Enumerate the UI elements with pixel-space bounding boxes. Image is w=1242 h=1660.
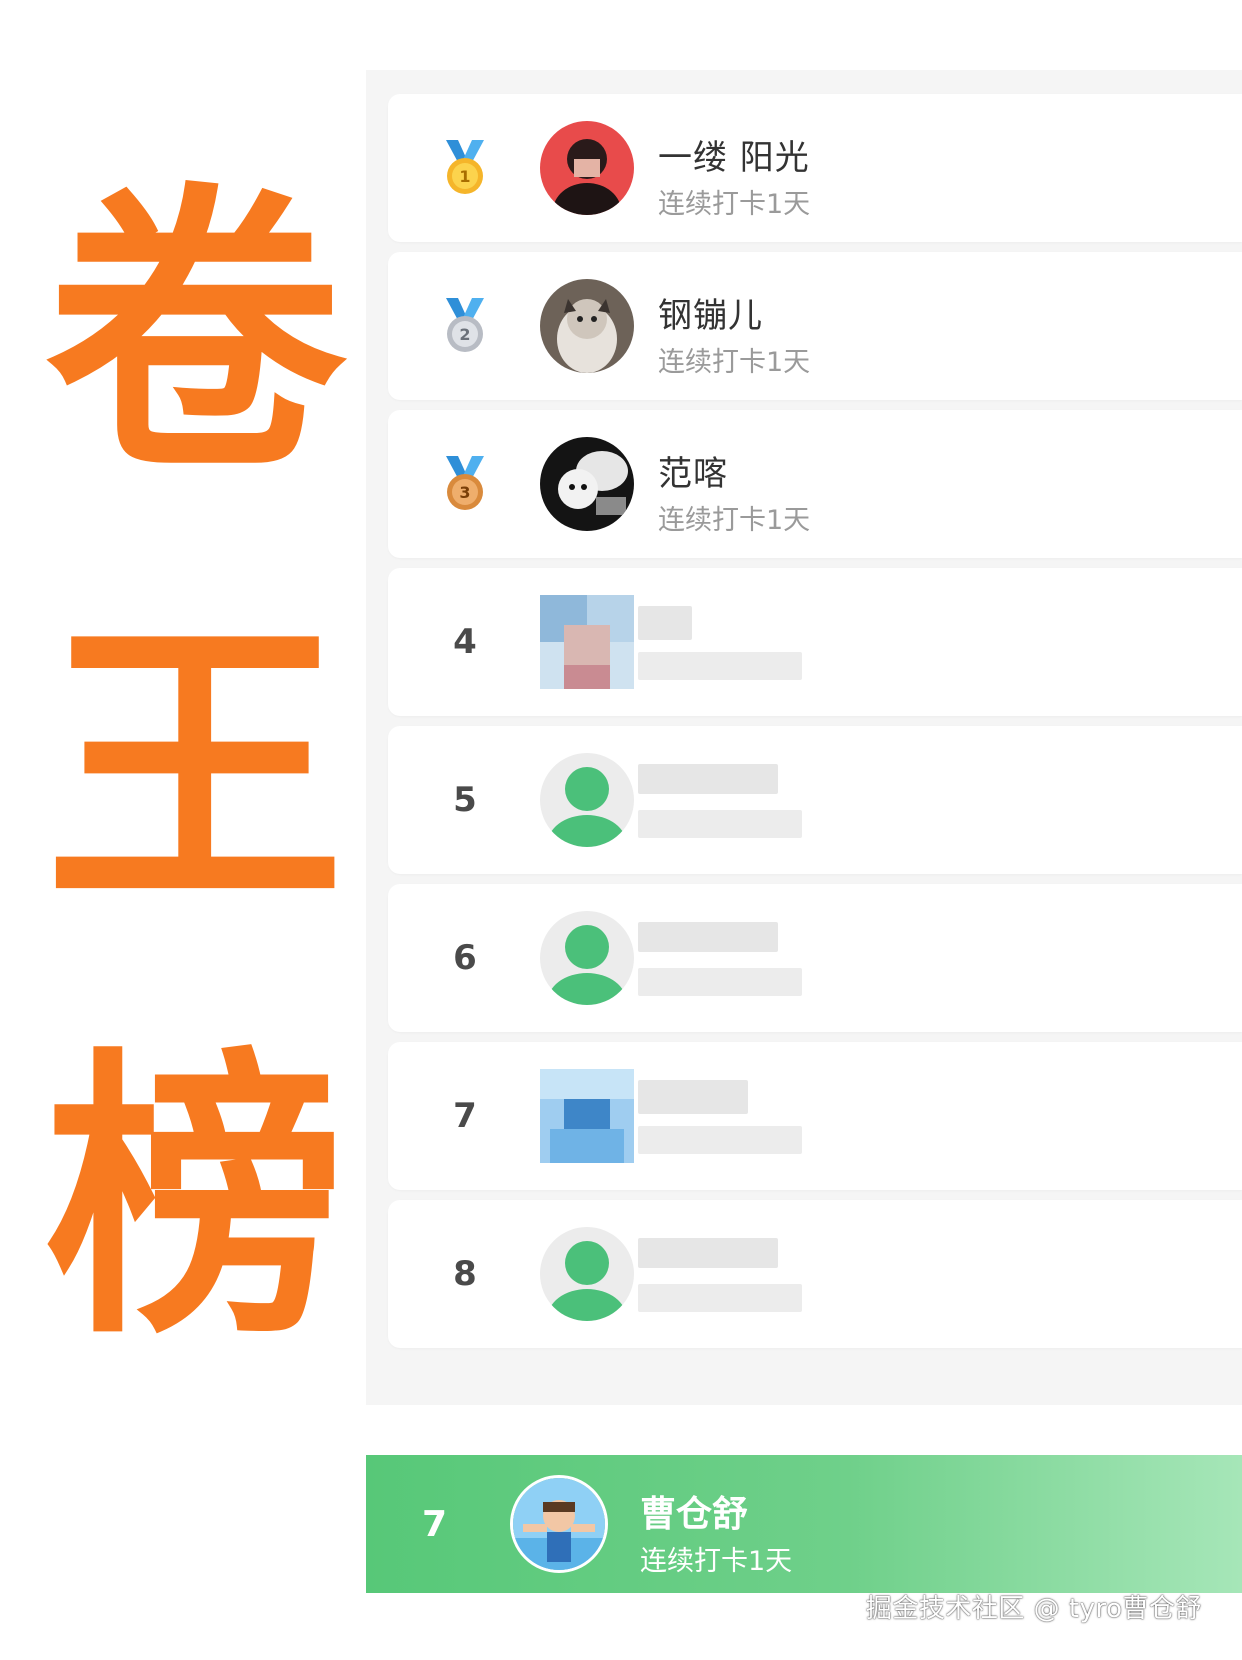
big-title-line2: 王: [45, 595, 345, 944]
bronze-medal-icon: 3: [446, 456, 484, 510]
rank-slot: 4: [428, 568, 502, 716]
rank-slot: 2: [428, 252, 502, 400]
current-user-streak: 连续打卡1天: [640, 1546, 793, 1577]
avatar[interactable]: [540, 595, 634, 689]
leaderboard-row[interactable]: 1 一缕 阳光 连续打卡1天: [388, 94, 1242, 242]
avatar[interactable]: [540, 753, 634, 847]
user-name: 钢镚儿: [658, 296, 763, 336]
current-user-name: 曹仓舒: [640, 1494, 749, 1535]
redacted-streak: [638, 1126, 802, 1154]
leaderboard-row[interactable]: 7: [388, 1042, 1242, 1190]
redacted-name: [638, 922, 778, 952]
redacted-streak: [638, 1284, 802, 1312]
leaderboard-row[interactable]: 4: [388, 568, 1242, 716]
rank-number: 8: [453, 1254, 477, 1294]
watermark: 掘金技术社区 @ tyro曹仓舒: [865, 1594, 1202, 1624]
current-user-bar[interactable]: 7 曹仓舒 连续打卡1天: [366, 1455, 1242, 1593]
redacted-name: [638, 1080, 748, 1114]
leaderboard-row[interactable]: 5: [388, 726, 1242, 874]
rank-number: 4: [453, 622, 477, 662]
streak-label: 连续打卡1天: [658, 347, 811, 378]
rank-number: 6: [453, 938, 477, 978]
redacted-streak: [638, 652, 802, 680]
avatar[interactable]: [540, 279, 634, 373]
avatar[interactable]: [540, 437, 634, 531]
streak-label: 连续打卡1天: [658, 505, 811, 536]
rank-slot: 5: [428, 726, 502, 874]
gold-medal-icon: 1: [446, 140, 484, 194]
avatar[interactable]: [540, 121, 634, 215]
redacted-streak: [638, 968, 802, 996]
redacted-name: [638, 764, 778, 794]
rank-number: 5: [453, 780, 477, 820]
leaderboard-row[interactable]: 8: [388, 1200, 1242, 1348]
current-user-rank: 7: [422, 1503, 448, 1545]
avatar[interactable]: [540, 911, 634, 1005]
leaderboard-row[interactable]: 6: [388, 884, 1242, 1032]
leaderboard-row[interactable]: 2 钢镚儿 连续打卡1天: [388, 252, 1242, 400]
avatar[interactable]: [540, 1069, 634, 1163]
rank-slot: 3: [428, 410, 502, 558]
redacted-streak: [638, 810, 802, 838]
rank-slot: 6: [428, 884, 502, 1032]
rank-slot: 7: [428, 1042, 502, 1190]
avatar[interactable]: [540, 1227, 634, 1321]
leaderboard-panel: 1 一缕 阳光 连续打卡1天 2 钢镚儿 连续打卡1天 3 范喀 连续打卡1天 …: [366, 70, 1242, 1405]
user-name: 范喀: [658, 454, 728, 494]
svg-text:3: 3: [459, 483, 470, 502]
avatar[interactable]: [510, 1475, 608, 1573]
redacted-name: [638, 606, 692, 640]
user-name: 一缕 阳光: [658, 138, 810, 178]
rank-slot: 1: [428, 94, 502, 242]
silver-medal-icon: 2: [446, 298, 484, 352]
svg-text:1: 1: [459, 167, 470, 186]
redacted-name: [638, 1238, 778, 1268]
rank-number: 7: [453, 1096, 477, 1136]
big-title-line3: 榜: [45, 1025, 345, 1374]
big-title-line1: 卷: [45, 160, 345, 509]
rank-slot: 8: [428, 1200, 502, 1348]
leaderboard-row[interactable]: 3 范喀 连续打卡1天: [388, 410, 1242, 558]
svg-text:2: 2: [459, 325, 470, 344]
streak-label: 连续打卡1天: [658, 189, 811, 220]
